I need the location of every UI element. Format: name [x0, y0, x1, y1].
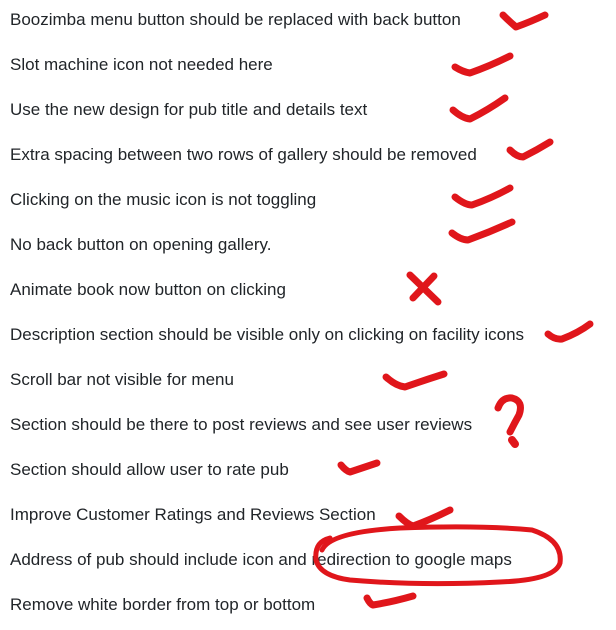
- list-item: Improve Customer Ratings and Reviews Sec…: [10, 505, 376, 524]
- list-item: Remove white border from top or bottom: [10, 595, 316, 614]
- list-item: Slot machine icon not needed here: [10, 55, 273, 74]
- list-item: Scroll bar not visible for menu: [10, 370, 234, 389]
- list-item: Animate book now button on clicking: [10, 280, 286, 299]
- list-item: Section should allow user to rate pub: [10, 460, 289, 479]
- list-item: No back button on opening gallery.: [10, 235, 272, 254]
- list-item: Use the new design for pub title and det…: [10, 100, 368, 119]
- list-item: Section should be there to post reviews …: [10, 415, 473, 434]
- list-item: Address of pub should include icon and r…: [10, 550, 512, 569]
- list-item: Clicking on the music icon is not toggli…: [10, 190, 317, 209]
- list-item: Extra spacing between two rows of galler…: [10, 145, 477, 164]
- feedback-list: Boozimba menu button should be replaced …: [0, 0, 616, 630]
- list-item: Description section should be visible on…: [10, 325, 525, 344]
- list-item: Boozimba menu button should be replaced …: [10, 10, 461, 29]
